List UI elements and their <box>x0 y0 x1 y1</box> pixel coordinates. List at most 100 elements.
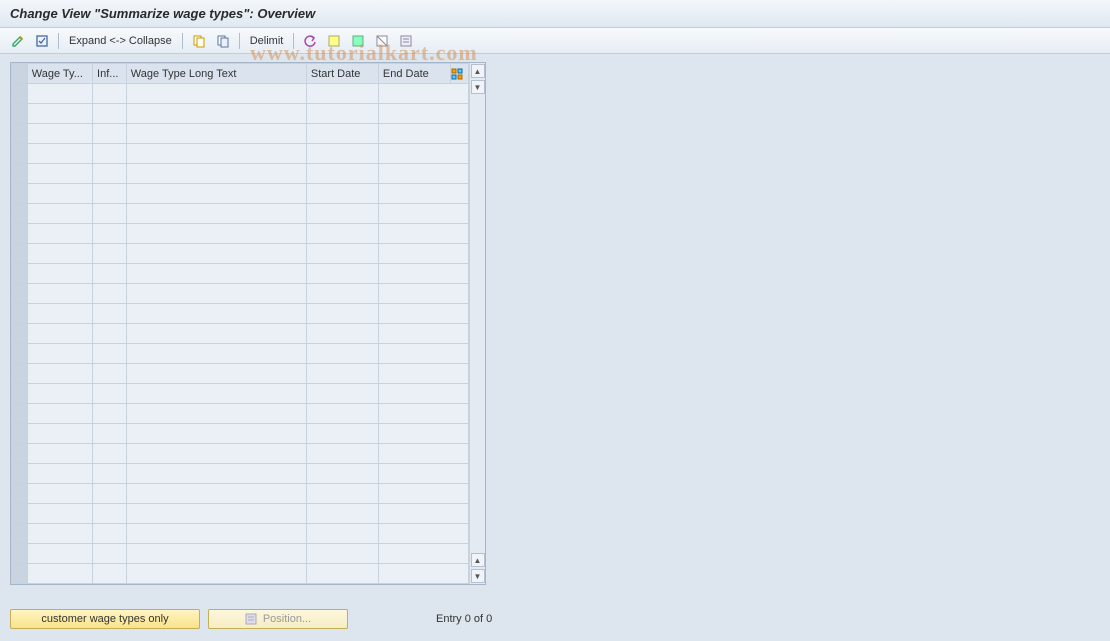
cell-end-date[interactable] <box>378 184 468 204</box>
table-row[interactable] <box>12 204 469 224</box>
cell-end-date[interactable] <box>378 504 468 524</box>
cell-end-date[interactable] <box>378 104 468 124</box>
change-icon[interactable] <box>8 31 28 51</box>
cell-wage-type[interactable] <box>27 384 92 404</box>
cell-long-text[interactable] <box>126 84 306 104</box>
cell-end-date[interactable] <box>378 464 468 484</box>
row-selector[interactable] <box>12 324 28 344</box>
cell-inf[interactable] <box>93 484 127 504</box>
cell-end-date[interactable] <box>378 84 468 104</box>
cell-start-date[interactable] <box>306 564 378 584</box>
table-row[interactable] <box>12 444 469 464</box>
cell-start-date[interactable] <box>306 324 378 344</box>
col-wage-type[interactable]: Wage Ty... <box>27 64 92 84</box>
row-selector[interactable] <box>12 564 28 584</box>
row-selector[interactable] <box>12 524 28 544</box>
cell-long-text[interactable] <box>126 444 306 464</box>
cell-long-text[interactable] <box>126 484 306 504</box>
cell-wage-type[interactable] <box>27 344 92 364</box>
cell-inf[interactable] <box>93 344 127 364</box>
cell-end-date[interactable] <box>378 484 468 504</box>
row-selector[interactable] <box>12 264 28 284</box>
cell-inf[interactable] <box>93 144 127 164</box>
cell-long-text[interactable] <box>126 344 306 364</box>
cell-start-date[interactable] <box>306 224 378 244</box>
col-inf[interactable]: Inf... <box>93 64 127 84</box>
cell-start-date[interactable] <box>306 424 378 444</box>
cell-end-date[interactable] <box>378 224 468 244</box>
cell-end-date[interactable] <box>378 424 468 444</box>
cell-wage-type[interactable] <box>27 244 92 264</box>
cell-long-text[interactable] <box>126 364 306 384</box>
cell-wage-type[interactable] <box>27 424 92 444</box>
cell-long-text[interactable] <box>126 504 306 524</box>
vertical-scrollbar[interactable]: ▲ ▼ ▲ ▼ <box>469 63 485 584</box>
cell-wage-type[interactable] <box>27 284 92 304</box>
row-selector[interactable] <box>12 504 28 524</box>
cell-long-text[interactable] <box>126 104 306 124</box>
row-selector[interactable] <box>12 84 28 104</box>
col-end-date[interactable]: End Date <box>378 64 450 84</box>
cell-start-date[interactable] <box>306 144 378 164</box>
cell-inf[interactable] <box>93 264 127 284</box>
cell-long-text[interactable] <box>126 184 306 204</box>
row-selector[interactable] <box>12 344 28 364</box>
table-row[interactable] <box>12 404 469 424</box>
row-selector[interactable] <box>12 184 28 204</box>
cell-wage-type[interactable] <box>27 564 92 584</box>
scroll-down-bottom-icon[interactable]: ▼ <box>471 569 485 583</box>
cell-start-date[interactable] <box>306 404 378 424</box>
cell-inf[interactable] <box>93 504 127 524</box>
cell-start-date[interactable] <box>306 284 378 304</box>
table-row[interactable] <box>12 564 469 584</box>
row-selector[interactable] <box>12 484 28 504</box>
cell-long-text[interactable] <box>126 424 306 444</box>
select-icon[interactable] <box>32 31 52 51</box>
cell-long-text[interactable] <box>126 164 306 184</box>
cell-long-text[interactable] <box>126 284 306 304</box>
cell-end-date[interactable] <box>378 144 468 164</box>
cell-end-date[interactable] <box>378 124 468 144</box>
copy-all-icon[interactable] <box>213 31 233 51</box>
scroll-up-bottom-icon[interactable]: ▲ <box>471 553 485 567</box>
cell-wage-type[interactable] <box>27 504 92 524</box>
cell-inf[interactable] <box>93 124 127 144</box>
table-row[interactable] <box>12 484 469 504</box>
table-row[interactable] <box>12 244 469 264</box>
customer-wage-types-button[interactable]: customer wage types only <box>10 609 200 629</box>
cell-inf[interactable] <box>93 564 127 584</box>
cell-wage-type[interactable] <box>27 484 92 504</box>
cell-start-date[interactable] <box>306 384 378 404</box>
delimit-button[interactable]: Delimit <box>246 35 288 47</box>
select-all-icon[interactable] <box>324 31 344 51</box>
cell-long-text[interactable] <box>126 464 306 484</box>
table-row[interactable] <box>12 144 469 164</box>
row-selector[interactable] <box>12 244 28 264</box>
cell-end-date[interactable] <box>378 364 468 384</box>
table-row[interactable] <box>12 324 469 344</box>
cell-wage-type[interactable] <box>27 304 92 324</box>
cell-wage-type[interactable] <box>27 264 92 284</box>
cell-end-date[interactable] <box>378 444 468 464</box>
deselect-all-icon[interactable] <box>372 31 392 51</box>
cell-start-date[interactable] <box>306 344 378 364</box>
cell-start-date[interactable] <box>306 544 378 564</box>
cell-long-text[interactable] <box>126 264 306 284</box>
cell-inf[interactable] <box>93 384 127 404</box>
row-selector[interactable] <box>12 224 28 244</box>
cell-long-text[interactable] <box>126 304 306 324</box>
cell-long-text[interactable] <box>126 404 306 424</box>
cell-long-text[interactable] <box>126 144 306 164</box>
row-selector[interactable] <box>12 124 28 144</box>
cell-long-text[interactable] <box>126 204 306 224</box>
cell-end-date[interactable] <box>378 304 468 324</box>
table-row[interactable] <box>12 184 469 204</box>
cell-inf[interactable] <box>93 424 127 444</box>
undo-icon[interactable] <box>300 31 320 51</box>
cell-long-text[interactable] <box>126 124 306 144</box>
select-block-icon[interactable] <box>348 31 368 51</box>
cell-end-date[interactable] <box>378 264 468 284</box>
row-selector[interactable] <box>12 144 28 164</box>
cell-inf[interactable] <box>93 284 127 304</box>
row-selector-header[interactable] <box>12 64 28 84</box>
